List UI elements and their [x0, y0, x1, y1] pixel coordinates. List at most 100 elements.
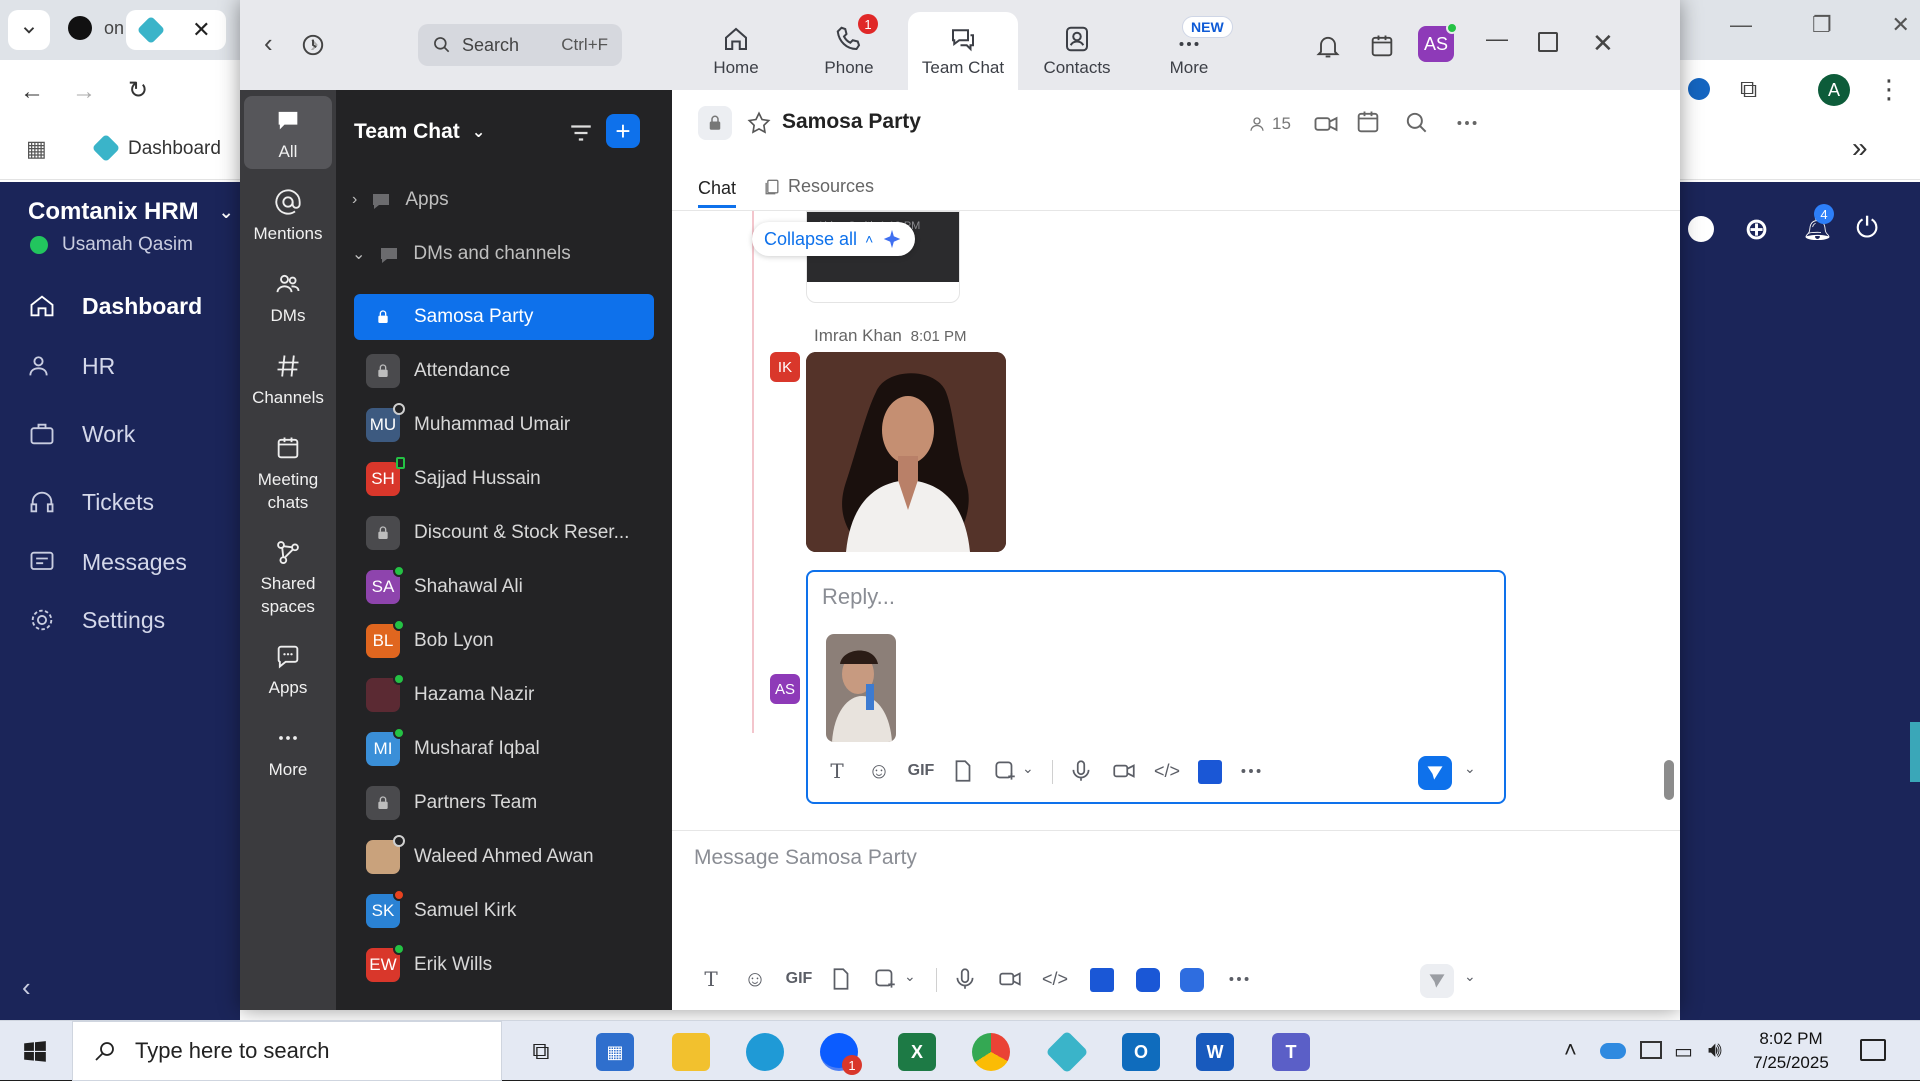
channel-item[interactable]: MU Muhammad Umair	[354, 402, 654, 448]
browser-menu-icon[interactable]: ⋮	[1876, 74, 1902, 105]
more-icon[interactable]	[1226, 966, 1252, 992]
hrm-nav-hr[interactable]: HR	[28, 352, 115, 380]
tab-resources[interactable]: Resources	[762, 176, 874, 197]
file-explorer-icon[interactable]	[672, 1033, 710, 1071]
tray-chevron-icon[interactable]: ˄	[1564, 1037, 1577, 1063]
puzzle-icon[interactable]: ⧉	[1740, 76, 1757, 104]
docs-app-icon[interactable]	[1180, 968, 1204, 992]
send-options-icon[interactable]: ⌄	[1464, 968, 1476, 985]
channel-item[interactable]: Samosa Party	[354, 294, 654, 340]
teams-icon[interactable]: T	[1272, 1033, 1310, 1071]
emoji-icon[interactable]: ☺	[864, 756, 894, 786]
microphone-icon[interactable]	[952, 966, 978, 992]
browser-tab-1[interactable]: on	[68, 16, 124, 40]
tab-contacts[interactable]: Contacts	[1022, 12, 1132, 90]
channel-item[interactable]: Attendance	[354, 348, 654, 394]
text-format-icon[interactable]: T	[696, 964, 726, 994]
restore-icon[interactable]: ❐	[1812, 12, 1832, 38]
minimize-icon[interactable]: —	[1486, 26, 1508, 52]
compose-input[interactable]: Message Samosa Party	[694, 846, 917, 870]
attached-gif[interactable]	[826, 634, 896, 742]
excel-icon[interactable]: X	[898, 1033, 936, 1071]
hrm-nav-work[interactable]: Work	[28, 420, 135, 448]
hrm-nav-tickets[interactable]: Tickets	[28, 488, 154, 516]
rail-meeting-chats[interactable]: Meeting chats	[244, 434, 332, 514]
chevron-down-icon[interactable]: ⌄	[904, 968, 916, 985]
back-icon[interactable]: ←	[20, 78, 44, 106]
video-icon[interactable]	[1312, 110, 1340, 138]
more-bookmarks-icon[interactable]: »	[1852, 132, 1868, 164]
outlook-icon[interactable]: O	[1122, 1033, 1160, 1071]
send-options-icon[interactable]: ⌄	[1464, 760, 1476, 777]
file-icon[interactable]	[828, 966, 854, 992]
channel-title[interactable]: Samosa Party	[782, 110, 921, 134]
back-icon[interactable]: ‹	[264, 28, 273, 59]
code-icon[interactable]: </>	[1152, 756, 1182, 786]
hrm-app-icon[interactable]	[1045, 1030, 1089, 1074]
extension-blue-icon[interactable]	[1688, 78, 1710, 100]
tab-search-button[interactable]	[8, 10, 50, 50]
chevron-down-icon[interactable]: ⌄	[1022, 760, 1034, 777]
word-icon[interactable]: W	[1196, 1033, 1234, 1071]
filter-icon[interactable]	[568, 120, 594, 146]
emoji-icon[interactable]: ☺	[740, 964, 770, 994]
video-message-icon[interactable]	[996, 966, 1024, 992]
rail-all[interactable]: All	[244, 96, 332, 169]
rail-channels[interactable]: Channels	[244, 352, 332, 409]
forward-icon[interactable]: →	[72, 78, 96, 106]
power-icon[interactable]: ⏻	[1856, 212, 1878, 245]
collapse-sidebar-icon[interactable]: ‹	[22, 972, 31, 1003]
channel-item[interactable]: SH Sajjad Hussain	[354, 456, 654, 502]
rail-shared-spaces[interactable]: Shared spaces	[244, 538, 332, 618]
close-icon[interactable]: ✕	[1892, 12, 1910, 38]
tab-chat[interactable]: Chat	[698, 178, 737, 208]
clock[interactable]: 8:02 PM 7/25/2025	[1744, 1027, 1838, 1075]
rail-apps[interactable]: Apps	[244, 642, 332, 699]
send-button[interactable]	[1418, 756, 1452, 790]
screenshot-icon[interactable]	[872, 966, 898, 992]
task-view-icon[interactable]: ⧉	[522, 1033, 560, 1071]
tab-phone[interactable]: Phone 1	[794, 12, 904, 90]
profile-avatar[interactable]: A	[1818, 74, 1850, 106]
channel-item[interactable]: Waleed Ahmed Awan	[354, 834, 654, 880]
channel-item[interactable]: Discount & Stock Reser...	[354, 510, 654, 556]
calendar-icon[interactable]	[1354, 108, 1382, 136]
hrm-nav-messages[interactable]: Messages	[28, 548, 187, 576]
calendar-icon[interactable]	[1368, 32, 1396, 60]
edge-icon[interactable]	[746, 1033, 784, 1071]
reply-avatar[interactable]: AS	[770, 674, 800, 704]
clock-icon[interactable]	[1688, 216, 1714, 242]
notes-app-icon[interactable]	[1090, 968, 1114, 992]
channel-item[interactable]: Partners Team	[354, 780, 654, 826]
gif-icon[interactable]: GIF	[784, 964, 814, 994]
channel-item[interactable]: BL Bob Lyon	[354, 618, 654, 664]
volume-icon[interactable]: 🔊︎	[1708, 1037, 1722, 1063]
text-format-icon[interactable]: T	[822, 756, 852, 786]
history-icon[interactable]	[300, 32, 326, 58]
microphone-icon[interactable]	[1068, 758, 1094, 784]
rail-more[interactable]: More	[244, 724, 332, 781]
whiteboard-app-icon[interactable]	[1136, 968, 1160, 992]
screenshot-icon[interactable]	[992, 758, 1018, 784]
close-tab-icon[interactable]: ✕	[192, 17, 210, 43]
hrm-nav-dashboard[interactable]: Dashboard	[28, 292, 202, 320]
new-chat-button[interactable]: +	[606, 114, 640, 148]
windows-start-icon[interactable]	[22, 1039, 48, 1065]
section-dms-channels[interactable]: ⌄ DMs and channels	[352, 242, 571, 266]
members-button[interactable]: 15	[1248, 114, 1291, 134]
calculator-icon[interactable]: ▦	[596, 1033, 634, 1071]
gif-icon[interactable]: GIF	[906, 756, 936, 786]
close-icon[interactable]: ✕	[1592, 28, 1614, 59]
gif-image[interactable]	[806, 352, 1006, 552]
file-icon[interactable]	[950, 758, 976, 784]
channel-item[interactable]: MI Musharaf Iqbal	[354, 726, 654, 772]
star-icon[interactable]	[746, 110, 772, 136]
code-icon[interactable]: </>	[1040, 964, 1070, 994]
reload-icon[interactable]: ↻	[128, 76, 148, 105]
scrollbar-thumb[interactable]	[1664, 760, 1674, 800]
chrome-icon[interactable]	[972, 1033, 1010, 1071]
reply-input[interactable]: Reply...	[822, 584, 895, 610]
channel-item[interactable]: Hazama Nazir	[354, 672, 654, 718]
channel-item[interactable]: EW Erik Wills	[354, 942, 654, 988]
hrm-nav-settings[interactable]: Settings	[28, 606, 165, 634]
